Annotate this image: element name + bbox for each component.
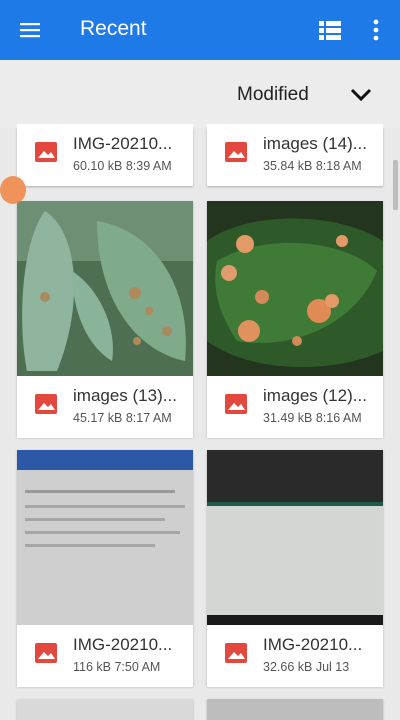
file-card[interactable]: images (14)... 35.84 kB 8:18 AM (207, 124, 383, 186)
file-meta: 60.10 kB 8:39 AM (73, 159, 172, 173)
file-card[interactable]: IMG-20210... 32.66 kB Jul 13 (207, 450, 383, 687)
image-icon (225, 394, 247, 414)
file-grid: IMG-20210... 60.10 kB 8:39 AM images (14… (0, 124, 400, 720)
image-icon (225, 643, 247, 663)
file-meta: 116 kB 7:50 AM (73, 660, 161, 674)
more-vert-icon[interactable] (368, 16, 384, 44)
thumbnail (17, 450, 193, 625)
app-bar: Recent (0, 0, 400, 60)
file-card[interactable] (207, 699, 383, 720)
file-name: IMG-20210... (263, 635, 363, 654)
file-meta: 31.49 kB 8:16 AM (263, 411, 362, 425)
image-icon (35, 643, 57, 663)
image-icon (35, 394, 57, 414)
scrollbar[interactable] (393, 160, 398, 210)
thumbnail (207, 450, 383, 625)
file-meta: 45.17 kB 8:17 AM (73, 411, 172, 425)
file-card[interactable] (17, 699, 193, 720)
sort-bar[interactable]: Modified (0, 60, 400, 128)
file-meta: 35.84 kB 8:18 AM (263, 159, 362, 173)
file-meta: 32.66 kB Jul 13 (263, 660, 350, 674)
chevron-down-icon[interactable] (349, 85, 373, 103)
file-name: images (13)... (73, 386, 177, 405)
file-name: images (12)... (263, 386, 367, 405)
thumbnail (207, 699, 383, 720)
thumbnail (17, 699, 193, 720)
image-icon (225, 142, 247, 162)
list-view-icon[interactable] (319, 19, 341, 41)
file-card[interactable]: images (12)... 31.49 kB 8:16 AM (207, 201, 383, 438)
menu-icon[interactable] (18, 18, 42, 42)
sort-label[interactable]: Modified (237, 84, 309, 106)
page-title: Recent (80, 17, 147, 40)
image-icon (35, 142, 57, 162)
touch-indicator (0, 176, 26, 204)
file-name: IMG-20210... (73, 635, 173, 654)
file-card[interactable]: IMG-20210... 60.10 kB 8:39 AM (17, 124, 193, 186)
thumbnail (17, 201, 193, 376)
file-card[interactable]: images (13)... 45.17 kB 8:17 AM (17, 201, 193, 438)
file-name: IMG-20210... (73, 134, 173, 153)
file-card[interactable]: IMG-20210... 116 kB 7:50 AM (17, 450, 193, 687)
thumbnail (207, 201, 383, 376)
file-name: images (14)... (263, 134, 367, 153)
